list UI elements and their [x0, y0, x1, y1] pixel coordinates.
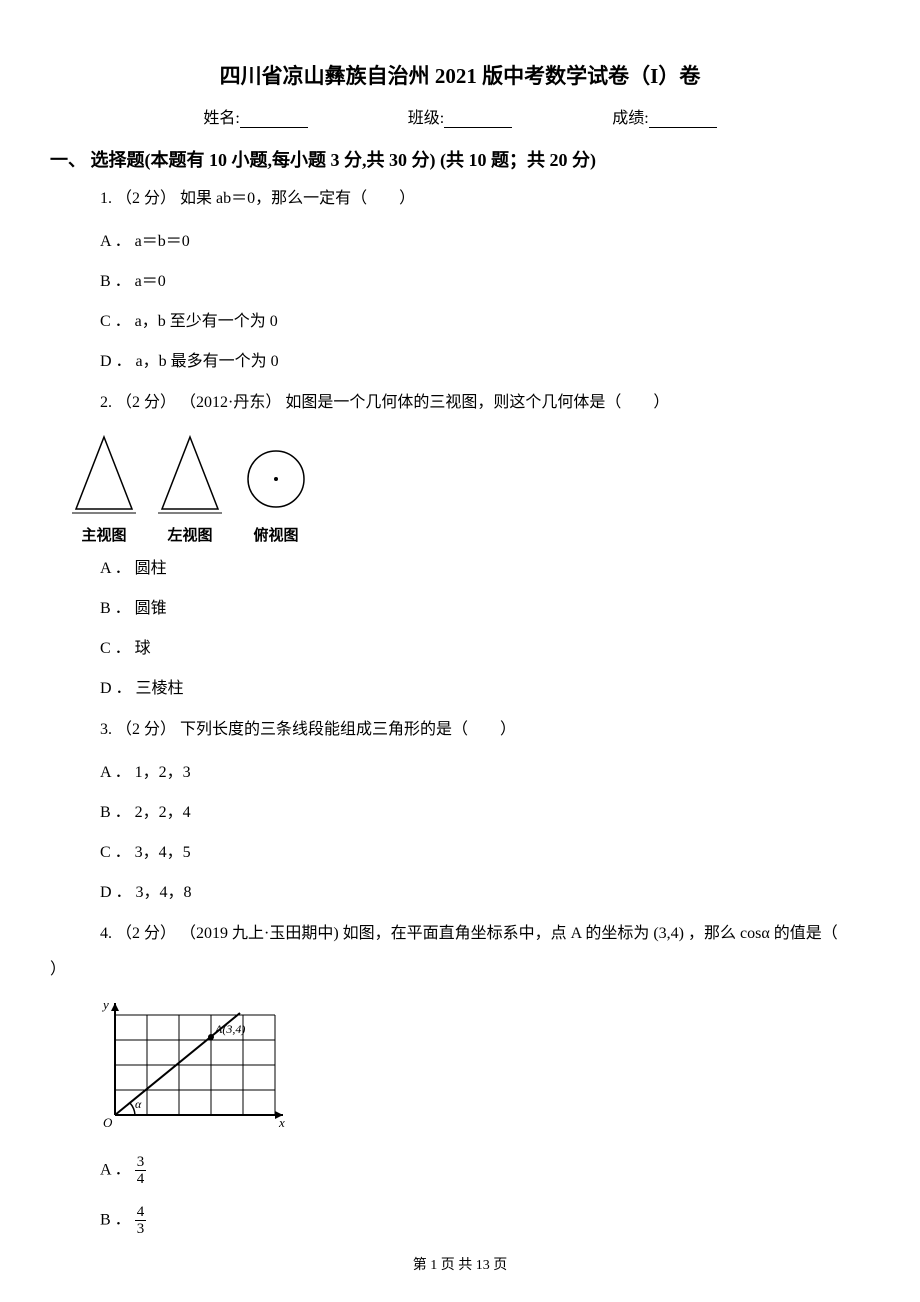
- q4-stem-close: ）: [50, 955, 870, 979]
- page-footer: 第 1 页 共 13 页: [0, 1254, 920, 1274]
- top-view: 俯视图: [242, 433, 310, 545]
- coord-3-4: (3,4): [653, 921, 684, 947]
- q2-option-c: C ． 球: [100, 637, 870, 661]
- student-info-row: 姓名: 班级: 成绩:: [50, 104, 870, 128]
- name-blank[interactable]: [240, 110, 308, 128]
- q4-stem-pre: 4. （2 分） （2019 九上·玉田期中) 如图，在平面直角坐标系中，点 A…: [100, 925, 649, 942]
- q2-option-b: B ． 圆锥: [100, 597, 870, 621]
- q1-option-b: B ． a＝0: [100, 270, 870, 294]
- svg-text:O: O: [103, 1115, 113, 1130]
- score-blank[interactable]: [649, 110, 717, 128]
- q3-option-a: A ． 1，2，3: [100, 761, 870, 785]
- q4-b-prefix: B ．: [100, 1212, 131, 1229]
- section-1-header: 一、 选择题(本题有 10 小题,每小题 3 分,共 30 分) (共 10 题…: [50, 146, 870, 172]
- q2-stem: 2. （2 分） （2012·丹东） 如图是一个几何体的三视图，则这个几何体是（…: [100, 390, 870, 416]
- q4-stem: 4. （2 分） （2019 九上·玉田期中) 如图，在平面直角坐标系中，点 A…: [100, 921, 870, 947]
- front-view: 主视图: [70, 433, 138, 545]
- name-label: 姓名:: [203, 110, 239, 127]
- numerator: 3: [135, 1154, 147, 1172]
- q1-stem: 1. （2 分） 如果 ab＝0，那么一定有（ ）: [100, 186, 870, 212]
- side-view: 左视图: [156, 433, 224, 545]
- denominator: 4: [135, 1171, 147, 1188]
- svg-text:A(3,4): A(3,4): [214, 1022, 245, 1036]
- q4-stem-mid: ，那么 cosα 的值是（: [688, 925, 838, 942]
- name-field: 姓名:: [203, 104, 307, 128]
- q1-option-a: A ． a＝b＝0: [100, 230, 870, 254]
- q2-option-a: A ． 圆柱: [100, 557, 870, 581]
- q1-option-c: C ． a，b 至少有一个为 0: [100, 310, 870, 334]
- class-field: 班级:: [408, 104, 512, 128]
- numerator: 4: [135, 1204, 147, 1222]
- score-label: 成绩:: [612, 110, 648, 127]
- front-view-label: 主视图: [70, 524, 138, 545]
- svg-text:α: α: [135, 1097, 142, 1111]
- coordinate-grid-icon: y x O A(3,4) α: [95, 995, 285, 1135]
- top-view-label: 俯视图: [242, 524, 310, 545]
- q4-coordinate-figure: y x O A(3,4) α: [95, 995, 870, 1140]
- q3-option-c: C ． 3，4，5: [100, 841, 870, 865]
- class-label: 班级:: [408, 110, 444, 127]
- q4-a-prefix: A ．: [100, 1162, 131, 1179]
- triangle-icon: [156, 433, 224, 515]
- circle-dot-icon: [242, 433, 310, 515]
- exam-title: 四川省凉山彝族自治州 2021 版中考数学试卷（I）卷: [50, 60, 870, 90]
- side-view-label: 左视图: [156, 524, 224, 545]
- q4-option-b: B ． 4 3: [100, 1204, 870, 1238]
- svg-text:y: y: [101, 997, 109, 1012]
- svg-text:x: x: [278, 1115, 285, 1130]
- denominator: 3: [135, 1221, 147, 1238]
- q3-option-b: B ． 2，2，4: [100, 801, 870, 825]
- q4-option-a: A ． 3 4: [100, 1154, 870, 1188]
- score-field: 成绩:: [612, 104, 716, 128]
- q2-views-figure: 主视图 左视图 俯视图: [70, 433, 870, 545]
- q3-option-d: D ． 3，4，8: [100, 881, 870, 905]
- class-blank[interactable]: [444, 110, 512, 128]
- q2-option-d: D ． 三棱柱: [100, 677, 870, 701]
- fraction-3-4: 3 4: [135, 1154, 147, 1188]
- triangle-icon: [70, 433, 138, 515]
- q1-option-d: D ． a，b 最多有一个为 0: [100, 350, 870, 374]
- q3-stem: 3. （2 分） 下列长度的三条线段能组成三角形的是（ ）: [100, 717, 870, 743]
- fraction-4-3: 4 3: [135, 1204, 147, 1238]
